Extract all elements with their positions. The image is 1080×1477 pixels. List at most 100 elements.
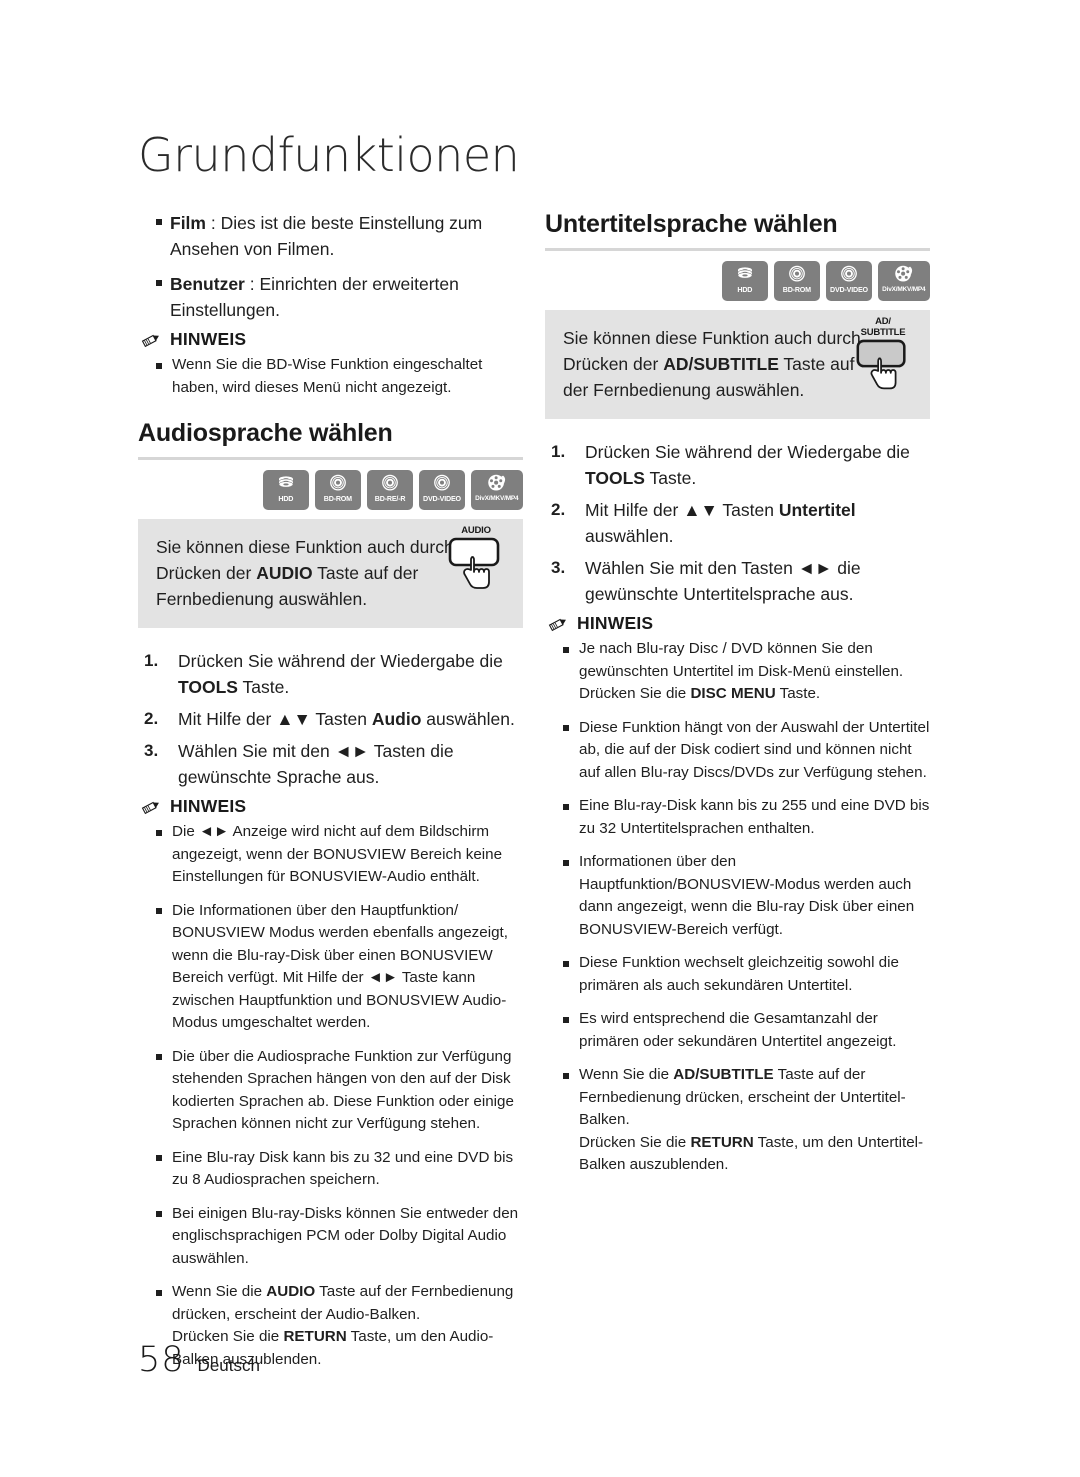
ad-subtitle-remote-button[interactable]: AD/ SUBTITLE xyxy=(848,316,918,401)
list-item: Wenn Sie die AD/SUBTITLE Taste auf der F… xyxy=(545,1064,930,1177)
footer-language: Deutsch xyxy=(197,1356,260,1375)
step-text-after: Taste. xyxy=(237,677,290,697)
list-item: Benutzer : Einrichten der erweiterten Ei… xyxy=(138,271,523,323)
steps-list-audio: 1. Drücken Sie während der Wiedergabe die… xyxy=(138,648,523,790)
step-bold: Untertitel xyxy=(778,500,856,520)
left-column: Film : Dies ist die beste Einstellung zu… xyxy=(138,210,523,1382)
list-item: Film : Dies ist die beste Einstellung zu… xyxy=(138,210,523,262)
list-item: Eine Blu-ray-Disk kann bis zu 255 und ei… xyxy=(545,795,930,840)
remote-button-label-line1: AD/ xyxy=(875,316,891,327)
list-item: Informationen über den Hauptfunktion/BON… xyxy=(545,851,930,941)
list-item: Diese Funktion wechselt gleichzeitig sow… xyxy=(545,952,930,997)
step-text-after: auswählen. xyxy=(421,709,515,729)
notes-list-audio: Die ◄► Anzeige wird nicht auf dem Bildsc… xyxy=(138,821,523,1371)
hdd-icon xyxy=(278,476,294,488)
remote-button-with-hand-icon xyxy=(448,537,500,589)
remote-button-label: AUDIO xyxy=(461,525,491,536)
note-text-after: Taste. xyxy=(775,685,821,702)
badge-label: BD-ROM xyxy=(782,285,812,294)
badge-bd-re-r: BD-RE/-R xyxy=(367,470,413,510)
section-audiosprache: Audiosprache wählen HDD BD-ROM BD-RE/-R … xyxy=(138,419,523,1371)
note-header: HINWEIS xyxy=(138,796,523,817)
bullet-term: Benutzer xyxy=(170,274,245,294)
step-number: 1. xyxy=(551,442,566,461)
badge-dvd-video: DVD-VIDEO xyxy=(419,470,465,510)
badge-bd-rom: BD-ROM xyxy=(774,261,820,301)
note-text-before: Wenn Sie die xyxy=(172,1283,267,1300)
remote-callout-audio: Sie können diese Funktion auch durch Drü… xyxy=(138,519,523,628)
section-heading: Untertitelsprache wählen xyxy=(545,210,838,238)
step-text-before: Wählen Sie mit den Tasten ◄► die gewünsc… xyxy=(585,558,861,604)
badge-bd-rom: BD-ROM xyxy=(315,470,361,510)
badge-label: BD-RE/-R xyxy=(374,494,406,503)
manual-page: Grundfunktionen Film : Dies ist die best… xyxy=(0,0,1080,1477)
badge-divx-mkv-mp4: DivX/MKV/MP4 xyxy=(471,470,523,510)
step-number: 3. xyxy=(551,558,566,577)
step-number: 1. xyxy=(144,651,159,670)
step-number: 2. xyxy=(144,709,159,728)
step-bold: TOOLS xyxy=(178,677,238,697)
step-text-after: auswählen. xyxy=(585,526,674,546)
page-footer: 58 Deutsch xyxy=(138,1340,260,1380)
step-number: 2. xyxy=(551,500,566,519)
step-item: 3. Wählen Sie mit den Tasten ◄► die gewün… xyxy=(545,555,930,607)
disc-badge-row: HDD BD-ROM xyxy=(545,261,930,301)
step-bold: TOOLS xyxy=(585,468,645,488)
disc-icon xyxy=(789,265,805,282)
step-text-after: Taste. xyxy=(644,468,697,488)
film-reel-icon xyxy=(895,265,913,282)
list-item: Bei einigen Blu-ray-Disks können Sie ent… xyxy=(138,1203,523,1271)
step-text-before: Mit Hilfe der ▲▼ Tasten xyxy=(585,500,779,520)
pencil-icon xyxy=(141,334,159,347)
heading-divider xyxy=(545,248,930,251)
step-text-before: Drücken Sie während der Wiedergabe die xyxy=(585,442,910,462)
list-item: Je nach Blu-ray Disc / DVD können Sie de… xyxy=(545,638,930,706)
right-column: Untertitelsprache wählen HDD BD-ROM DVD-… xyxy=(545,210,930,1188)
badge-label: HDD xyxy=(278,494,294,503)
list-item: Die ◄► Anzeige wird nicht auf dem Bildsc… xyxy=(138,821,523,889)
step-text-before: Drücken Sie während der Wiedergabe die xyxy=(178,651,503,671)
list-item: Diese Funktion hängt von der Auswahl der… xyxy=(545,717,930,785)
badge-hdd: HDD xyxy=(263,470,309,510)
step-text-before: Mit Hilfe der ▲▼ Tasten xyxy=(178,709,372,729)
step-number: 3. xyxy=(144,741,159,760)
intro-bullet-list: Film : Dies ist die beste Einstellung zu… xyxy=(138,210,523,323)
badge-label: DVD-VIDEO xyxy=(830,285,868,294)
disc-badge-row: HDD BD-ROM xyxy=(138,470,523,510)
step-item: 1. Drücken Sie während der Wiedergabe die… xyxy=(138,648,523,700)
disc-icon xyxy=(382,474,398,491)
note-bold2: RETURN xyxy=(690,1133,754,1151)
note-header: HINWEIS xyxy=(545,613,930,634)
note-text-before: Wenn Sie die xyxy=(579,1066,674,1083)
step-text-before: Wählen Sie mit den ◄► Tasten die gewünsc… xyxy=(178,741,454,787)
step-item: 1. Drücken Sie während der Wiedergabe die… xyxy=(545,439,930,491)
page-number: 58 xyxy=(138,1340,185,1380)
note-bold2: RETURN xyxy=(283,1328,347,1345)
note-bold: AUDIO xyxy=(266,1283,316,1300)
step-item: 2. Mit Hilfe der ▲▼ Tasten Untertitel aus… xyxy=(545,497,930,549)
step-item: 3. Wählen Sie mit den ◄► Tasten die gewün… xyxy=(138,738,523,790)
callout-text: Sie können diese Funktion auch durch Drü… xyxy=(156,534,456,612)
bullet-text: : Dies ist die beste Einstellung zum Ans… xyxy=(170,213,483,259)
badge-label: HDD xyxy=(737,285,753,294)
note-title: HINWEIS xyxy=(170,329,247,349)
disc-icon xyxy=(841,265,857,282)
page-title: Grundfunktionen xyxy=(138,128,520,182)
note-text2-before: Drücken Sie die xyxy=(579,1133,691,1151)
badge-label: DivX/MKV/MP4 xyxy=(882,286,926,293)
audio-remote-button[interactable]: AUDIO xyxy=(441,525,511,601)
list-item: Es wird entsprechend die Gesamtanzahl de… xyxy=(545,1008,930,1053)
note-title: HINWEIS xyxy=(577,613,654,633)
list-item: Wenn Sie die BD-Wise Funktion eingeschal… xyxy=(138,354,523,399)
badge-divx-mkv-mp4: DivX/MKV/MP4 xyxy=(878,261,930,301)
list-item: Die über die Audiosprache Funktion zur V… xyxy=(138,1046,523,1136)
note-title: HINWEIS xyxy=(170,796,247,816)
section-untertitelsprache: Untertitelsprache wählen HDD BD-ROM DVD-… xyxy=(545,210,930,1177)
badge-label: BD-ROM xyxy=(323,494,353,503)
badge-label: DVD-VIDEO xyxy=(423,494,461,503)
intro-note-list: Wenn Sie die BD-Wise Funktion eingeschal… xyxy=(138,354,523,399)
list-item: Die Informationen über den Hauptfunktion… xyxy=(138,900,523,1035)
pencil-icon xyxy=(141,801,159,814)
badge-dvd-video: DVD-VIDEO xyxy=(826,261,872,301)
hdd-icon xyxy=(737,267,753,279)
